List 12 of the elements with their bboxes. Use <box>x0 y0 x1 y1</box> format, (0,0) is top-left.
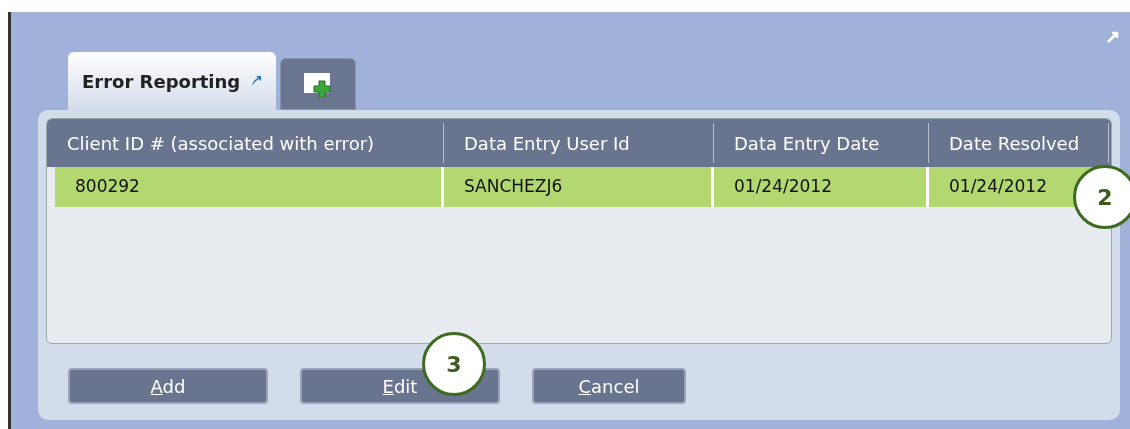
column-header: Data Entry User Id <box>444 123 714 163</box>
arrow-icon <box>250 75 263 87</box>
new-tab-button[interactable] <box>280 58 357 110</box>
column-header: Client ID # (associated with error) <box>47 123 444 163</box>
action-button[interactable]: Cancel <box>532 368 686 404</box>
tab[interactable]: Error Reporting <box>68 52 277 110</box>
table-cell: 800292 <box>55 167 444 207</box>
column-header: Date Resolved <box>929 123 1109 163</box>
table-cell: 01/24/2012 <box>714 167 929 207</box>
column-header: Data Entry Date <box>714 123 929 163</box>
table-cell: SANCHEZJ6 <box>444 167 714 207</box>
action-button[interactable]: Add <box>68 368 268 404</box>
